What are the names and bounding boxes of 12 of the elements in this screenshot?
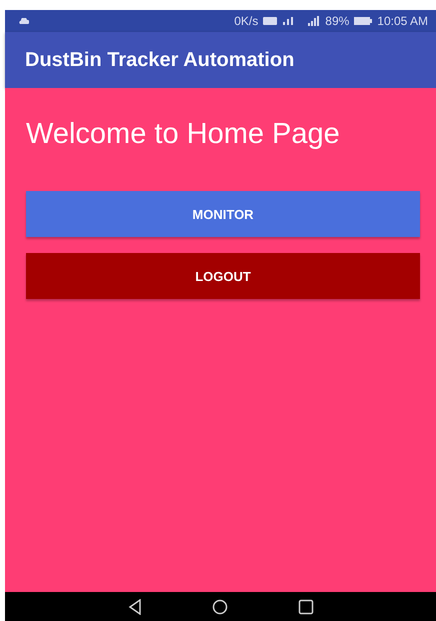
welcome-heading: Welcome to Home Page (26, 118, 341, 151)
monitor-button[interactable]: MONITOR (26, 191, 420, 237)
network-speed: 0K/s (234, 14, 258, 28)
app-title: DustBin Tracker Automation (25, 48, 294, 72)
back-icon (128, 598, 142, 614)
home-icon (212, 598, 228, 614)
recents-icon (298, 598, 314, 614)
cloud-icon (19, 18, 29, 24)
battery-icon (354, 17, 372, 25)
battery-percentage: 89% (325, 14, 350, 28)
clock-time: 10:05 AM (377, 14, 428, 28)
logout-button[interactable]: LOGOUT (26, 253, 420, 299)
